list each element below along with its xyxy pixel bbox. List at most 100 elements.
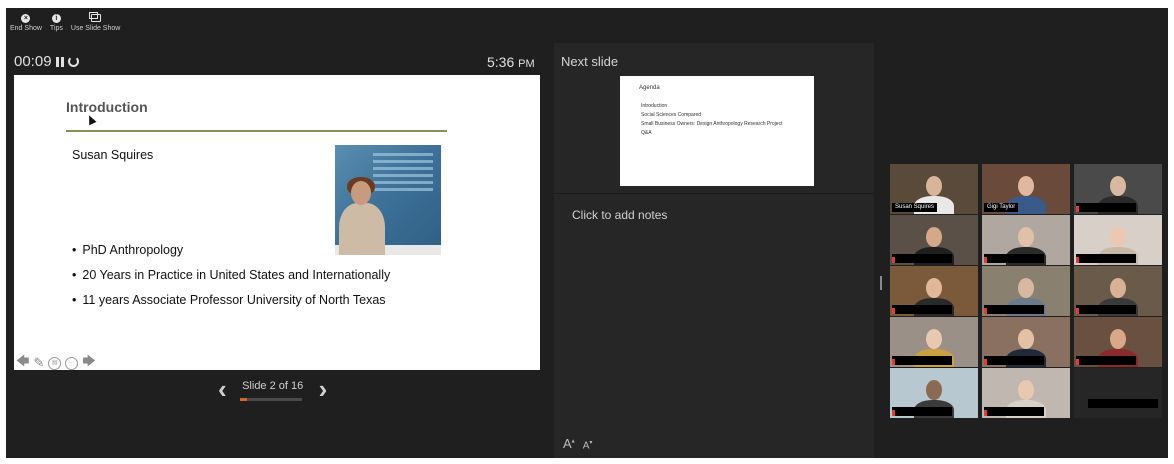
elapsed-time: 00:09 [14,53,52,70]
participant-name [1076,254,1136,263]
participant-head [1018,227,1034,247]
next-slide-panel: Next slide Agenda Introduction Social Sc… [554,43,874,458]
timer: 00:09 [14,53,79,70]
notes-area[interactable]: Click to add notes [572,208,667,222]
video-tile[interactable] [982,368,1070,418]
video-tile[interactable]: Gigi Taylor [982,164,1070,214]
video-tile[interactable] [982,215,1070,265]
participant-name [892,356,952,365]
slide-title: Introduction [66,99,148,115]
participant-head [1018,380,1034,400]
slide-bullets: PhD Anthropology 20 Years in Practice in… [72,243,390,318]
increase-font-button[interactable]: A▴ [563,436,575,451]
video-tile[interactable] [1074,317,1162,367]
video-tile[interactable]: Susan Squires [890,164,978,214]
video-tile[interactable] [1074,266,1162,316]
participant-name: Gigi Taylor [984,203,1019,212]
slide-navigation: ‹ Slide 2 of 16 › [218,376,327,402]
muted-mic-icon [892,359,895,365]
next-slide-item: Small Business Owners: Design Anthropolo… [641,121,783,127]
video-tile[interactable] [890,317,978,367]
video-tile[interactable] [890,368,978,418]
muted-mic-icon [1076,206,1079,212]
participant-name: Susan Squires [892,203,938,212]
toolbar: × End Show i Tips Use Slide Show [6,8,878,38]
end-show-button[interactable]: × End Show [10,8,42,38]
video-tile[interactable] [1074,215,1162,265]
participant-head [926,329,942,349]
participant-name [892,254,952,263]
video-tile[interactable] [982,266,1070,316]
more-options-icon[interactable]: ··· [65,356,79,370]
participant-name [892,305,952,314]
next-slide-label: Next slide [561,54,619,69]
tips-button[interactable]: i Tips [50,8,63,38]
next-slide-title: Agenda [639,85,660,91]
pen-icon[interactable]: ✎ [33,355,44,371]
muted-mic-icon [1076,257,1079,263]
participant-head [1018,329,1034,349]
muted-mic-icon [984,308,987,314]
use-slide-show-button[interactable]: Use Slide Show [71,8,120,38]
next-slide-thumbnail[interactable]: Agenda Introduction Social Sciences Comp… [620,76,814,186]
info-icon: i [51,13,61,23]
pause-icon[interactable] [55,56,64,67]
slide-tools: 🡄 ✎ ▤ ··· 🡆 [16,352,96,374]
previous-slide-button[interactable]: ‹ [218,376,227,402]
slide-title-rule [66,130,447,132]
participant-name [1076,305,1136,314]
participant-name [984,305,1044,314]
divider [554,193,874,194]
end-show-label: End Show [10,25,42,32]
muted-mic-icon [892,308,895,314]
close-icon: × [21,13,31,23]
arrow-left-icon[interactable]: 🡄 [16,352,29,374]
clock-time: 5:36 [487,54,515,70]
participant-head [926,380,942,400]
slide-progress-bar [239,397,302,401]
clock-ampm: PM [518,58,535,70]
muted-mic-icon [984,410,987,416]
slideshow-icon [88,12,101,22]
next-slide-item: Q&A [641,130,652,136]
next-slide-button[interactable]: › [319,376,328,402]
presenter-photo [335,145,441,255]
participant-head [926,278,942,298]
slide-progress-fill [239,397,248,401]
muted-mic-icon [892,257,895,263]
use-slide-show-label: Use Slide Show [70,25,121,32]
participant-head [926,227,942,247]
participant-name [984,254,1044,263]
next-slide-item: Introduction [641,103,668,109]
muted-mic-icon [1076,359,1079,365]
video-tile[interactable] [890,215,978,265]
video-tile[interactable] [982,317,1070,367]
tips-label: Tips [49,25,63,32]
presenter-name: Susan Squires [72,148,154,162]
participant-head [1110,176,1126,196]
restart-icon[interactable] [67,56,79,67]
bullet-item: 11 years Associate Professor University … [72,293,390,318]
video-tile[interactable] [1074,164,1162,214]
video-tile[interactable] [890,266,978,316]
participant-head [1110,329,1126,349]
clock: 5:36 PM [487,54,535,70]
participant-name [1076,356,1136,365]
current-slide[interactable]: Introduction Susan Squires PhD Anthropol… [14,75,540,370]
muted-mic-icon [892,410,895,416]
slide-counter: Slide 2 of 16 [242,379,304,392]
slides-grid-icon[interactable]: ▤ [48,356,62,370]
muted-mic-icon [984,257,987,263]
bullet-item: PhD Anthropology [72,243,390,268]
participant-head [1018,278,1034,298]
panel-resize-handle[interactable] [880,276,882,290]
muted-mic-icon [984,359,987,365]
participant-name [1088,399,1158,408]
arrow-right-icon[interactable]: 🡆 [82,352,95,374]
muted-mic-icon [1076,308,1079,314]
mouse-cursor-icon [85,113,97,126]
next-slide-item: Social Sciences Compared [641,112,702,118]
decrease-font-button[interactable]: A▾ [583,439,593,451]
bullet-item: 20 Years in Practice in United States an… [72,268,390,293]
video-tile[interactable] [1074,368,1162,418]
